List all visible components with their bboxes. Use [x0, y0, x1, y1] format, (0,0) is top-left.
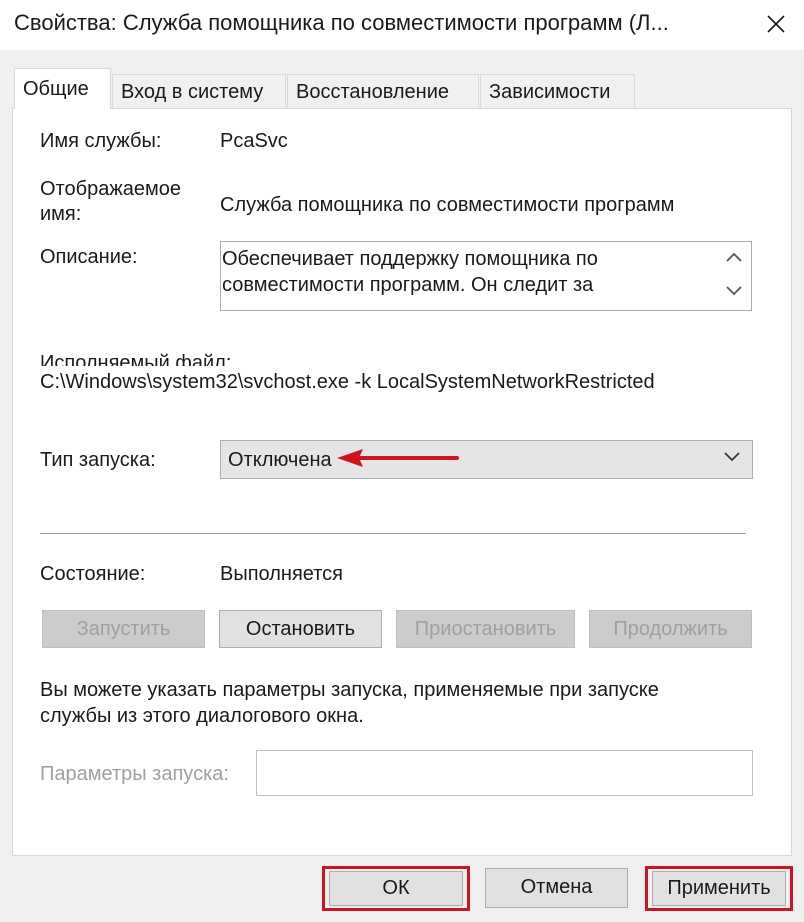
stop-button[interactable]: Остановить: [219, 610, 382, 648]
description-text: Обеспечивает поддержку помощника по совм…: [222, 246, 702, 298]
display-name-label-line1: Отображаемое: [40, 178, 181, 200]
tab-dependencies[interactable]: Зависимости: [480, 74, 635, 108]
tab-general[interactable]: Общие: [14, 68, 111, 109]
startup-type-value: Отключена: [228, 449, 332, 471]
close-icon: [767, 15, 785, 33]
description-line-1: Обеспечивает поддержку помощника по: [222, 248, 598, 270]
separator: [40, 533, 746, 534]
chevron-up-icon: [726, 252, 742, 262]
annotation-arrow-icon: [337, 449, 459, 467]
tab-panel-general: [12, 108, 792, 856]
startup-type-dropdown-arrow[interactable]: [722, 450, 742, 469]
scroll-up-button[interactable]: [724, 250, 744, 269]
status-label: Состояние:: [40, 563, 146, 585]
tab-recovery[interactable]: Восстановление: [287, 74, 479, 108]
executable-label: Исполняемый файл:: [40, 352, 232, 366]
status-value: Выполняется: [220, 563, 343, 585]
close-button[interactable]: [752, 2, 800, 46]
scroll-down-button[interactable]: [724, 284, 744, 303]
chevron-down-icon: [724, 452, 740, 462]
start-params-input[interactable]: [256, 750, 753, 796]
chevron-down-icon: [726, 286, 742, 296]
service-name-value: PcaSvc: [220, 130, 288, 152]
display-name-label-line2: имя:: [40, 203, 82, 225]
start-params-label: Параметры запуска:: [40, 763, 229, 785]
start-params-hint-line2: службы из этого диалогового окна.: [40, 705, 364, 727]
display-name-value: Служба помощника по совместимости програ…: [220, 194, 675, 216]
apply-button[interactable]: Применить: [652, 871, 786, 906]
executable-path: C:\Windows\system32\svchost.exe -k Local…: [40, 371, 655, 393]
tab-logon[interactable]: Вход в систему: [112, 74, 286, 108]
start-params-hint-line1: Вы можете указать параметры запуска, при…: [40, 679, 659, 701]
description-line-2: совместимости программ. Он следит за: [222, 274, 594, 296]
ok-button[interactable]: ОК: [329, 871, 463, 906]
service-name-label: Имя службы:: [40, 130, 162, 152]
cancel-button[interactable]: Отмена: [485, 868, 628, 908]
description-label: Описание:: [40, 246, 138, 268]
resume-button[interactable]: Продолжить: [589, 610, 752, 648]
start-button[interactable]: Запустить: [42, 610, 205, 648]
window-title: Свойства: Служба помощника по совместимо…: [14, 10, 669, 35]
startup-type-label: Тип запуска:: [40, 449, 156, 471]
pause-button[interactable]: Приостановить: [396, 610, 575, 648]
